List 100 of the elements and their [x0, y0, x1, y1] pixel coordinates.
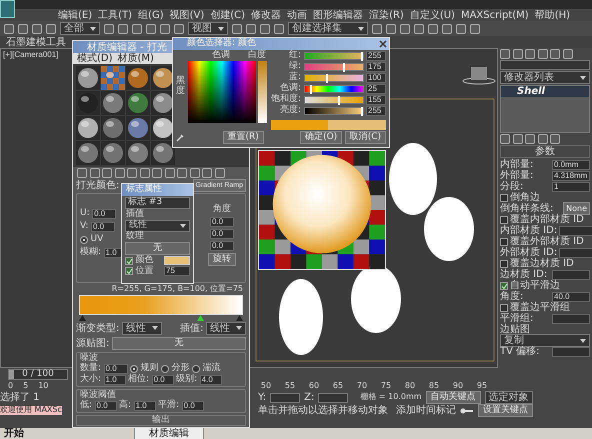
menu-item[interactable]: 帮助(H) — [534, 10, 570, 20]
spinner-field[interactable]: 0.0 — [92, 209, 116, 219]
reset-button[interactable]: 重置(R) — [222, 131, 264, 144]
material-sample-slot[interactable] — [76, 141, 100, 165]
menu-item[interactable]: 图形编辑器 — [313, 10, 364, 20]
key-icon[interactable] — [460, 406, 474, 414]
material-sample-slot[interactable] — [126, 91, 150, 115]
spinner-field[interactable]: 0.0 — [210, 228, 234, 239]
color-slider[interactable] — [304, 52, 364, 60]
spinner-field[interactable] — [552, 270, 590, 280]
modifier-list-dropdown[interactable]: 修改器列表 — [500, 71, 590, 84]
spinner-field[interactable]: 155 — [366, 95, 386, 105]
auto-key-button[interactable]: 自动关键点 — [426, 391, 481, 404]
spinner-field[interactable]: 0.0 — [152, 374, 174, 385]
spinner-field[interactable]: 4.0 — [200, 374, 222, 385]
close-icon[interactable] — [379, 40, 387, 48]
object-name-field[interactable] — [500, 60, 590, 70]
material-sample-slot[interactable] — [76, 66, 100, 90]
menu-item[interactable]: 修改器 — [251, 10, 282, 20]
output-rollout-header[interactable]: 输出 — [76, 414, 246, 426]
add-time-tag-button[interactable]: 添加时间标记 — [396, 405, 456, 416]
spinner-field[interactable]: 1.0 — [104, 374, 126, 385]
radio-button[interactable] — [80, 236, 88, 244]
spinner-field[interactable]: 100 — [366, 73, 386, 83]
set-key-button[interactable]: 设置关键点 — [478, 404, 533, 417]
spinner-field[interactable]: 0.0 — [182, 400, 204, 411]
gradient-ramp-bar[interactable] — [79, 294, 243, 315]
modifier-stack-item[interactable]: Shell — [501, 86, 589, 97]
color-slider[interactable] — [304, 74, 364, 82]
coordinate-field[interactable] — [270, 392, 300, 402]
spinner-field[interactable]: 1 — [552, 182, 590, 192]
reference-coordinate-dropdown[interactable]: 视图 — [188, 22, 228, 35]
rotate-button[interactable]: 旋转 — [208, 252, 236, 266]
taskbar-button[interactable]: 材质编辑 — [134, 427, 204, 439]
menu-item[interactable]: 材质(M) — [118, 53, 154, 64]
color-slider[interactable] — [304, 96, 364, 104]
spinner-field[interactable]: 0.0 — [210, 240, 234, 251]
time-slider[interactable]: 0 / 100 — [8, 369, 68, 380]
spinner-field[interactable]: 255 — [366, 51, 386, 61]
spinner-field[interactable]: 0.0 — [104, 364, 128, 374]
spinner-field[interactable] — [559, 226, 592, 236]
checkbox[interactable] — [500, 260, 508, 268]
checkbox[interactable] — [500, 216, 508, 224]
material-sample-slot[interactable] — [101, 91, 125, 115]
radio-button[interactable] — [192, 364, 200, 373]
checkbox[interactable] — [500, 238, 508, 246]
gradient-type-dropdown[interactable]: 线性 — [122, 322, 162, 335]
spinner-field[interactable]: 0.0 — [210, 216, 234, 227]
material-sample-slot[interactable] — [126, 66, 150, 90]
ribbon-tab[interactable]: 石墨建模工具 — [3, 36, 69, 48]
rollout-header[interactable]: 参数 — [500, 145, 590, 158]
material-sample-slot[interactable] — [76, 91, 100, 115]
checkbox[interactable] — [125, 267, 133, 276]
selection-filter-dropdown[interactable]: 全部 — [60, 22, 100, 35]
material-sample-slot[interactable] — [101, 116, 125, 140]
start-button[interactable]: 开始 — [0, 428, 28, 439]
cancel-button[interactable]: 取消(C) — [344, 131, 386, 144]
maxscript-listener[interactable]: 欢迎使用 MAXSc — [0, 406, 62, 415]
spinner-field[interactable] — [552, 346, 590, 356]
menu-item[interactable]: 视图(V) — [170, 10, 204, 20]
menu-item[interactable]: 动画 — [287, 10, 308, 20]
spinner-field[interactable]: 1.0 — [134, 400, 156, 411]
spinner-field[interactable]: 0.0 — [94, 400, 117, 411]
menu-item[interactable]: 组(G) — [138, 10, 164, 20]
checkbox[interactable] — [500, 194, 508, 202]
spinner-field[interactable]: 255 — [366, 106, 386, 116]
spinner-field[interactable]: 75 — [164, 266, 190, 276]
material-sample-slot[interactable] — [151, 141, 175, 165]
checkbox[interactable] — [125, 256, 133, 264]
spinner-field[interactable] — [552, 314, 590, 324]
interpolation-dropdown[interactable]: 线性 — [206, 322, 246, 335]
menu-item[interactable]: MAXScript(M) — [460, 10, 529, 20]
spinner-field[interactable]: 40.0 — [552, 292, 590, 302]
spinner-field[interactable]: 4.318mm — [552, 170, 590, 180]
menu-item[interactable]: 渲染(R) — [369, 10, 404, 20]
color-slider[interactable] — [304, 63, 364, 71]
checkbox[interactable] — [500, 304, 508, 312]
texture-button[interactable]: 无 — [125, 242, 190, 255]
source-map-button[interactable]: 无 — [112, 336, 246, 350]
menu-item[interactable]: 工具(T) — [98, 10, 132, 20]
ok-button[interactable]: 确定(O) — [300, 131, 342, 144]
spinner-field[interactable]: 25 — [366, 84, 386, 94]
none-button[interactable]: None — [563, 202, 590, 215]
flag-name-field[interactable]: 标志 #3 — [125, 197, 190, 209]
spinner-field[interactable]: 0.0 — [90, 222, 115, 232]
material-sample-slot[interactable] — [76, 116, 100, 140]
viewport-label[interactable]: [+][Camera001] — [3, 51, 58, 60]
time-slider-thumb[interactable] — [9, 370, 14, 379]
spinner-field[interactable]: 0.0mm — [552, 160, 590, 170]
spinner-field[interactable] — [559, 248, 592, 258]
menu-item[interactable]: 模式(D) — [77, 53, 113, 64]
coordinate-field[interactable] — [318, 392, 348, 402]
menu-item[interactable]: 自定义(U) — [410, 10, 455, 20]
material-sample-slot[interactable] — [126, 141, 150, 165]
app-logo-icon[interactable] — [0, 0, 15, 18]
named-selection-dropdown[interactable]: 创建选择集 — [288, 22, 368, 35]
checkbox[interactable] — [500, 282, 508, 290]
dropdown[interactable]: 复制 — [500, 334, 590, 347]
interpolation-dropdown[interactable]: 线性 — [125, 220, 190, 232]
spinner-field[interactable]: 175 — [366, 62, 386, 72]
